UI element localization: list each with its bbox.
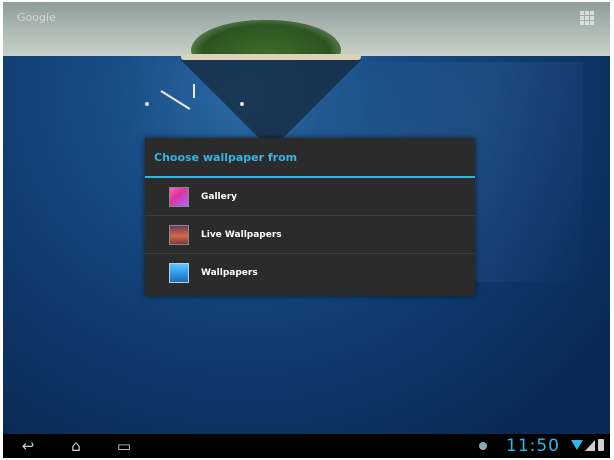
google-search-hint[interactable]: Google	[17, 11, 56, 24]
wallpaper-chooser-dialog: Choose wallpaper from Gallery Live Wallp…	[145, 138, 475, 296]
wallpapers-icon	[169, 263, 189, 283]
notification-icon[interactable]	[479, 442, 487, 450]
wallpaper-island-beach	[181, 54, 361, 60]
option-wallpapers[interactable]: Wallpapers	[145, 254, 475, 292]
home-icon[interactable]: ⌂	[63, 437, 89, 455]
dialog-title: Choose wallpaper from	[145, 138, 475, 178]
wifi-icon	[571, 440, 583, 450]
clock-marker	[145, 102, 149, 106]
option-gallery[interactable]: Gallery	[145, 178, 475, 216]
system-navigation-bar: ↩ ⌂ ▭ 11:50	[3, 434, 610, 458]
home-screen: Google Choose wallpaper from Gallery Liv…	[3, 2, 610, 458]
recent-apps-icon[interactable]: ▭	[111, 437, 137, 455]
signal-icon	[585, 440, 595, 451]
back-icon[interactable]: ↩	[15, 437, 41, 455]
analog-clock-widget-hand	[193, 84, 195, 98]
option-label: Live Wallpapers	[201, 229, 282, 240]
gallery-icon	[169, 186, 189, 207]
status-clock[interactable]: 11:50	[506, 436, 560, 456]
all-apps-icon[interactable]	[580, 11, 594, 25]
option-live-wallpapers[interactable]: Live Wallpapers	[145, 216, 475, 254]
battery-icon	[598, 439, 604, 451]
live-wallpapers-icon	[169, 224, 189, 245]
option-label: Gallery	[201, 191, 238, 202]
clock-marker	[240, 102, 244, 106]
wallpaper-island-underwater	[181, 60, 361, 150]
option-label: Wallpapers	[201, 268, 258, 278]
